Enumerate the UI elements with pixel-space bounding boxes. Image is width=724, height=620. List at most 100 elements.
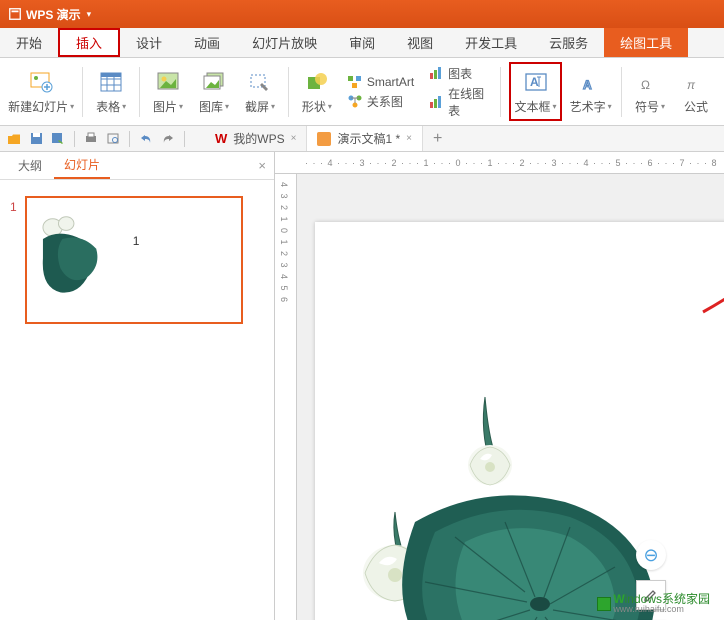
picture-label: 图片 xyxy=(153,98,177,115)
close-icon[interactable]: × xyxy=(406,133,412,144)
outline-tab[interactable]: 大纲 xyxy=(8,153,52,178)
wps-icon: W xyxy=(215,131,227,146)
wordart-icon: A xyxy=(577,68,605,96)
undo-icon[interactable] xyxy=(138,131,154,147)
slide-thumbnail[interactable]: 1 xyxy=(25,196,243,324)
symbol-label: 符号 xyxy=(635,98,659,115)
slide-panel: 大纲 幻灯片 × 1 1 xyxy=(0,152,275,620)
picture-icon xyxy=(154,68,182,96)
tab-review[interactable]: 审阅 xyxy=(333,28,391,57)
svg-text:π: π xyxy=(687,78,696,92)
separator xyxy=(500,67,501,117)
table-icon xyxy=(97,68,125,96)
textbox-icon: A xyxy=(522,68,550,96)
screenshot-button[interactable]: 截屏▾ xyxy=(240,66,280,117)
formula-label: 公式 xyxy=(684,98,708,115)
new-slide-button[interactable]: 新建幻灯片▾ xyxy=(8,66,74,117)
tab-draw[interactable]: 绘图工具 xyxy=(604,28,688,57)
table-label: 表格 xyxy=(96,98,120,115)
screenshot-icon xyxy=(246,68,274,96)
separator xyxy=(74,131,75,147)
tab-slideshow[interactable]: 幻灯片放映 xyxy=(236,28,333,57)
panel-close-icon[interactable]: × xyxy=(258,158,266,173)
tab-start[interactable]: 开始 xyxy=(0,28,58,57)
chart-button[interactable]: 图表 xyxy=(428,65,488,82)
smartart-icon xyxy=(347,74,363,90)
print-icon[interactable] xyxy=(83,131,99,147)
chart-icon xyxy=(428,65,444,81)
watermark: Windows系统家园 www.ruihaifu.com xyxy=(597,593,710,614)
onlinechart-icon xyxy=(428,94,444,110)
tab-cloud[interactable]: 云服务 xyxy=(533,28,604,57)
relation-icon xyxy=(347,93,363,109)
menu-tabs: 开始 插入 设计 动画 幻灯片放映 审阅 视图 开发工具 云服务 绘图工具 xyxy=(0,28,724,58)
separator xyxy=(82,67,83,117)
thumbnail-image xyxy=(33,210,111,302)
saveas-icon[interactable] xyxy=(50,131,66,147)
tab-insert[interactable]: 插入 xyxy=(58,28,120,57)
app-logo: WPS 演示 xyxy=(8,6,81,23)
doctab-mywps-label: 我的WPS xyxy=(233,130,284,147)
preview-icon[interactable] xyxy=(105,131,121,147)
new-tab-button[interactable]: + xyxy=(423,130,452,148)
picture-button[interactable]: 图片▾ xyxy=(148,66,188,117)
formula-button[interactable]: π 公式 xyxy=(676,66,716,117)
new-slide-icon xyxy=(27,68,55,96)
open-icon[interactable] xyxy=(6,131,22,147)
symbol-button[interactable]: Ω 符号▾ xyxy=(630,66,670,117)
smartart-button[interactable]: SmartArt xyxy=(347,74,414,90)
onlinechart-label: 在线图表 xyxy=(448,85,488,119)
doctab-mywps[interactable]: W 我的WPS × xyxy=(205,126,307,151)
tab-design[interactable]: 设计 xyxy=(120,28,178,57)
panel-tabs: 大纲 幻灯片 × xyxy=(0,152,274,180)
ribbon: 新建幻灯片▾ 表格▾ 图片▾ 图库▾ 截屏▾ 形状▾ SmartArt 关系图 … xyxy=(0,58,724,126)
new-slide-label: 新建幻灯片 xyxy=(8,98,68,115)
presentation-icon xyxy=(317,132,331,146)
shape-label: 形状 xyxy=(302,98,326,115)
doctab-presentation[interactable]: 演示文稿1 * × xyxy=(307,126,423,151)
vertical-ruler: 4 3 2 1 0 1 2 3 4 5 6 xyxy=(275,174,297,620)
wordart-button[interactable]: A 艺术字▾ xyxy=(568,66,613,117)
ribbon-group-charts2: 图表 在线图表 xyxy=(424,65,492,119)
redo-icon[interactable] xyxy=(160,131,176,147)
horizontal-ruler: · · · 4 · · · 3 · · · 2 · · · 1 · · · 0 … xyxy=(275,152,724,174)
shape-button[interactable]: 形状▾ xyxy=(297,66,337,117)
lotus-image[interactable] xyxy=(345,392,675,620)
separator xyxy=(621,67,622,117)
tab-dev[interactable]: 开发工具 xyxy=(449,28,533,57)
gallery-button[interactable]: 图库▾ xyxy=(194,66,234,117)
watermark-url: www.ruihaifu.com xyxy=(613,605,710,614)
canvas-area: · · · 4 · · · 3 · · · 2 · · · 1 · · · 0 … xyxy=(275,152,724,620)
wordart-label: 艺术字 xyxy=(570,98,606,115)
thumbnail-row: 1 1 xyxy=(10,196,264,324)
slides-tab[interactable]: 幻灯片 xyxy=(54,152,110,179)
save-icon[interactable] xyxy=(28,131,44,147)
screenshot-label: 截屏 xyxy=(245,98,269,115)
formula-icon: π xyxy=(682,68,710,96)
tab-view[interactable]: 视图 xyxy=(391,28,449,57)
doctab-pres-label: 演示文稿1 * xyxy=(337,130,400,147)
svg-text:Ω: Ω xyxy=(641,78,650,92)
tab-anim[interactable]: 动画 xyxy=(178,28,236,57)
relation-button[interactable]: 关系图 xyxy=(347,93,414,110)
quick-access-toolbar: W 我的WPS × 演示文稿1 * × + xyxy=(0,126,724,152)
collapse-icon[interactable]: ⊖ xyxy=(636,540,666,570)
app-title: WPS 演示 xyxy=(26,6,81,23)
table-button[interactable]: 表格▾ xyxy=(91,66,131,117)
textbox-button[interactable]: A 文本框▾ xyxy=(509,62,562,121)
smartart-label: SmartArt xyxy=(367,75,414,89)
symbol-icon: Ω xyxy=(636,68,664,96)
close-icon[interactable]: × xyxy=(291,133,297,144)
watermark-icon xyxy=(597,597,611,611)
thumbnail-number: 1 xyxy=(10,196,17,214)
chart-label: 图表 xyxy=(448,65,472,82)
textbox-label: 文本框 xyxy=(515,98,551,115)
separator xyxy=(129,131,130,147)
work-area: 大纲 幻灯片 × 1 1 · · · 4 · · · 3 · · · 2 · xyxy=(0,152,724,620)
thumbnail-inner-number: 1 xyxy=(133,234,140,248)
title-bar: WPS 演示 ▾ xyxy=(0,0,724,28)
title-dropdown-icon[interactable]: ▾ xyxy=(87,9,92,20)
gallery-label: 图库 xyxy=(199,98,223,115)
separator xyxy=(288,67,289,117)
onlinechart-button[interactable]: 在线图表 xyxy=(428,85,488,119)
